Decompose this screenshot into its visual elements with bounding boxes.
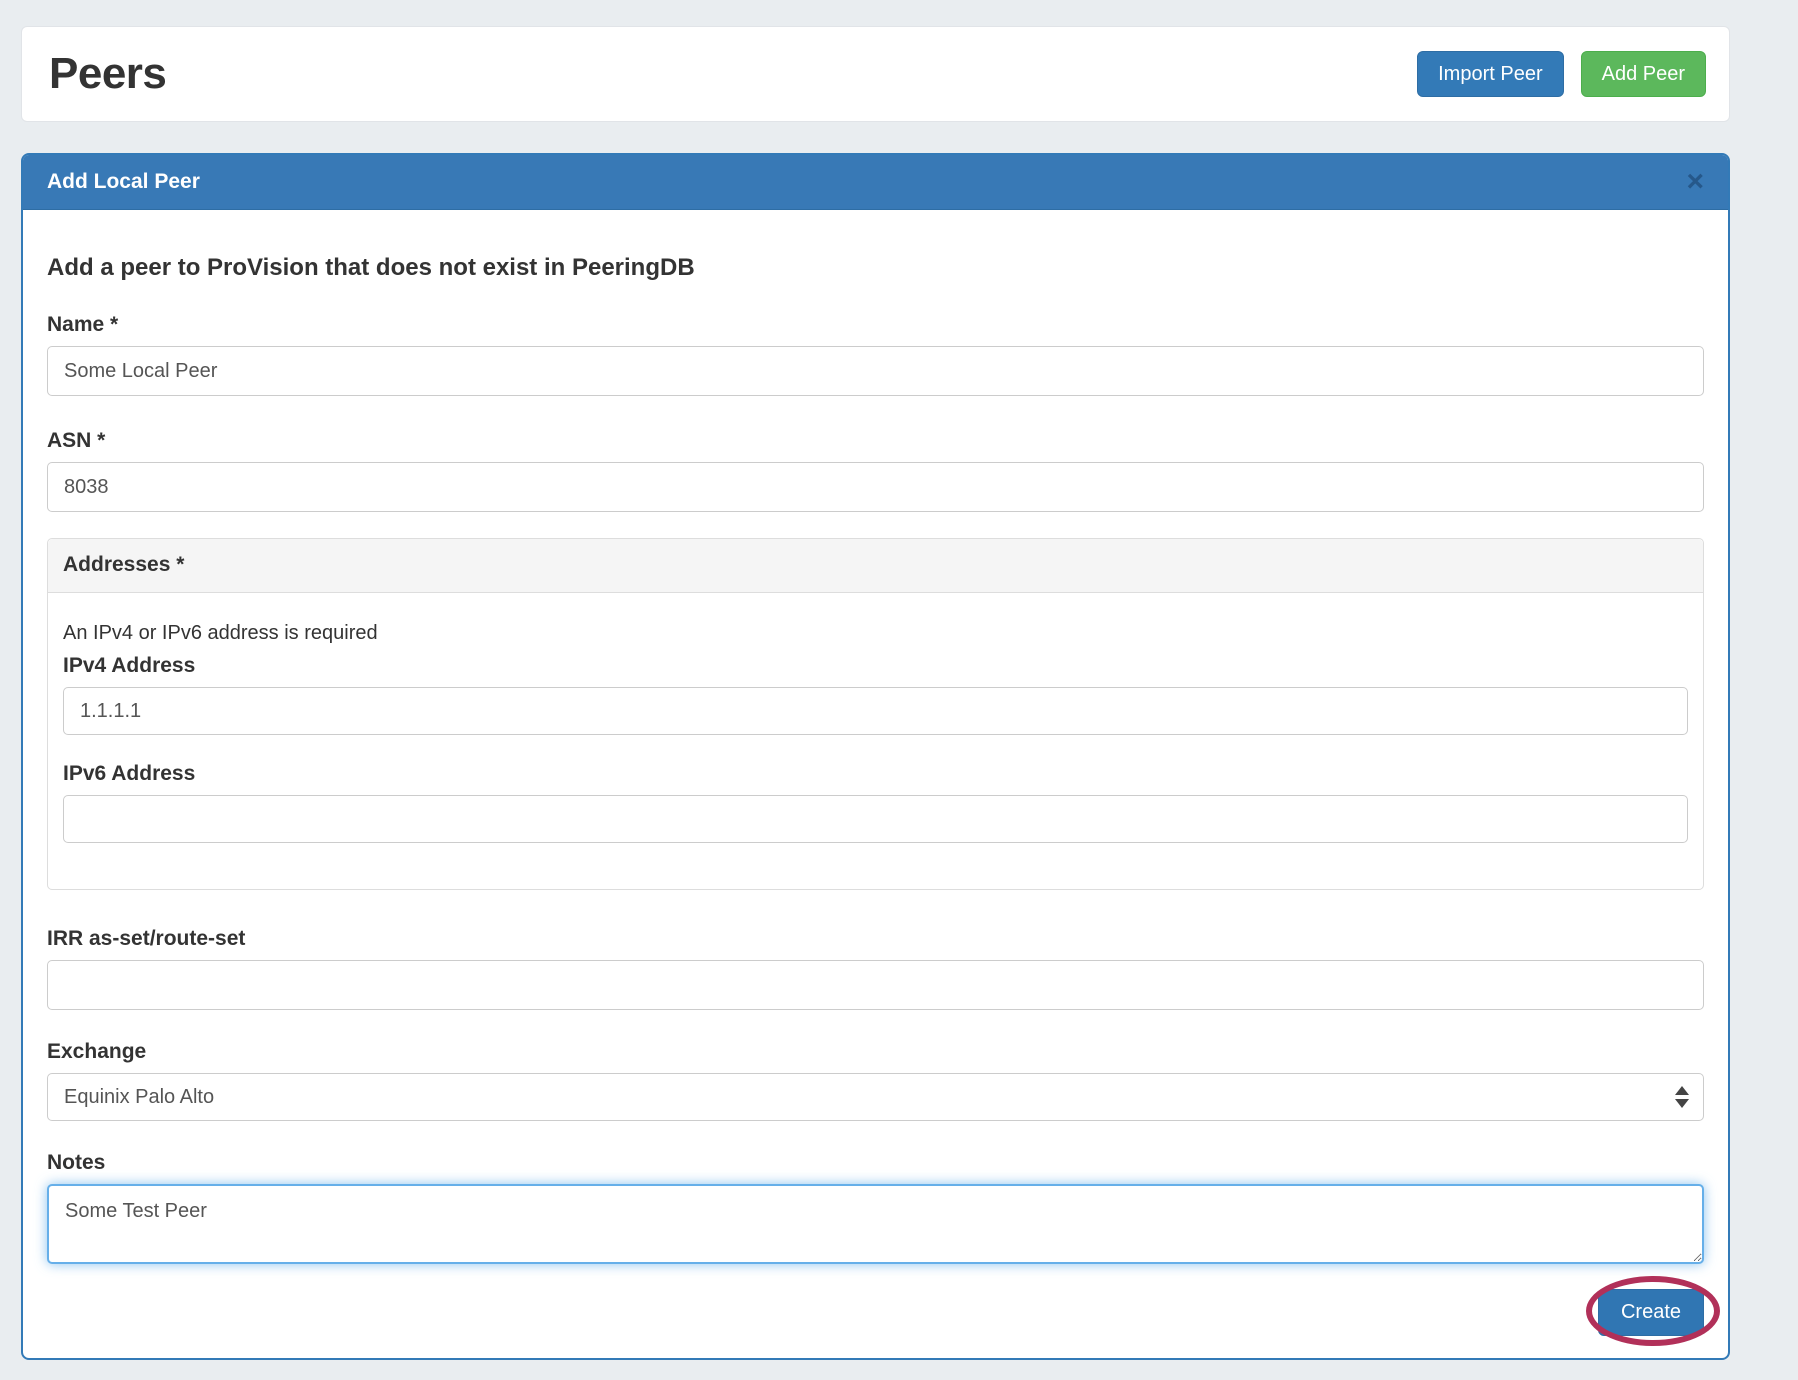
select-spinner-icon [1675, 1086, 1689, 1108]
exchange-field-group: Exchange Equinix Palo Alto [47, 1040, 1704, 1121]
ipv6-label: IPv6 Address [63, 762, 1688, 786]
page-header-card: Peers Import Peer Add Peer [21, 26, 1730, 122]
chevron-up-icon [1675, 1086, 1689, 1095]
addresses-panel: Addresses * An IPv4 or IPv6 address is r… [47, 538, 1704, 890]
ipv4-label: IPv4 Address [63, 654, 1688, 678]
create-button-row: Create [47, 1289, 1704, 1336]
chevron-down-icon [1675, 1099, 1689, 1108]
ipv6-field-group: IPv6 Address [63, 762, 1688, 843]
name-field-group: Name * [47, 313, 1704, 396]
ipv6-input[interactable] [63, 795, 1688, 843]
addresses-panel-heading: Addresses * [48, 539, 1703, 593]
page-title: Peers [49, 49, 166, 99]
modal-body: Add a peer to ProVision that does not ex… [23, 254, 1728, 1336]
ipv4-input[interactable] [63, 687, 1688, 735]
asn-label: ASN * [47, 429, 1704, 453]
irr-label: IRR as-set/route-set [47, 927, 1704, 951]
asn-input[interactable] [47, 462, 1704, 512]
exchange-selected-value: Equinix Palo Alto [64, 1086, 1675, 1109]
add-local-peer-modal: Add Local Peer × Add a peer to ProVision… [21, 153, 1730, 1360]
addresses-hint: An IPv4 or IPv6 address is required [63, 622, 1688, 645]
modal-title: Add Local Peer [47, 170, 200, 194]
notes-label: Notes [47, 1151, 1704, 1175]
add-peer-button[interactable]: Add Peer [1581, 51, 1706, 97]
exchange-select[interactable]: Equinix Palo Alto [47, 1073, 1704, 1121]
notes-field-group: Notes Some Test Peer [47, 1151, 1704, 1264]
asn-field-group: ASN * [47, 429, 1704, 512]
irr-field-group: IRR as-set/route-set [47, 927, 1704, 1010]
irr-input[interactable] [47, 960, 1704, 1010]
exchange-label: Exchange [47, 1040, 1704, 1064]
create-button[interactable]: Create [1598, 1289, 1704, 1336]
name-input[interactable] [47, 346, 1704, 396]
close-icon[interactable]: × [1686, 167, 1704, 197]
ipv4-field-group: IPv4 Address [63, 654, 1688, 735]
addresses-panel-body: An IPv4 or IPv6 address is required IPv4… [48, 593, 1703, 889]
page-header-actions: Import Peer Add Peer [1417, 51, 1706, 97]
modal-header: Add Local Peer × [23, 155, 1728, 210]
name-label: Name * [47, 313, 1704, 337]
notes-textarea[interactable]: Some Test Peer [47, 1184, 1704, 1264]
modal-lead-text: Add a peer to ProVision that does not ex… [47, 254, 1704, 282]
import-peer-button[interactable]: Import Peer [1417, 51, 1563, 97]
